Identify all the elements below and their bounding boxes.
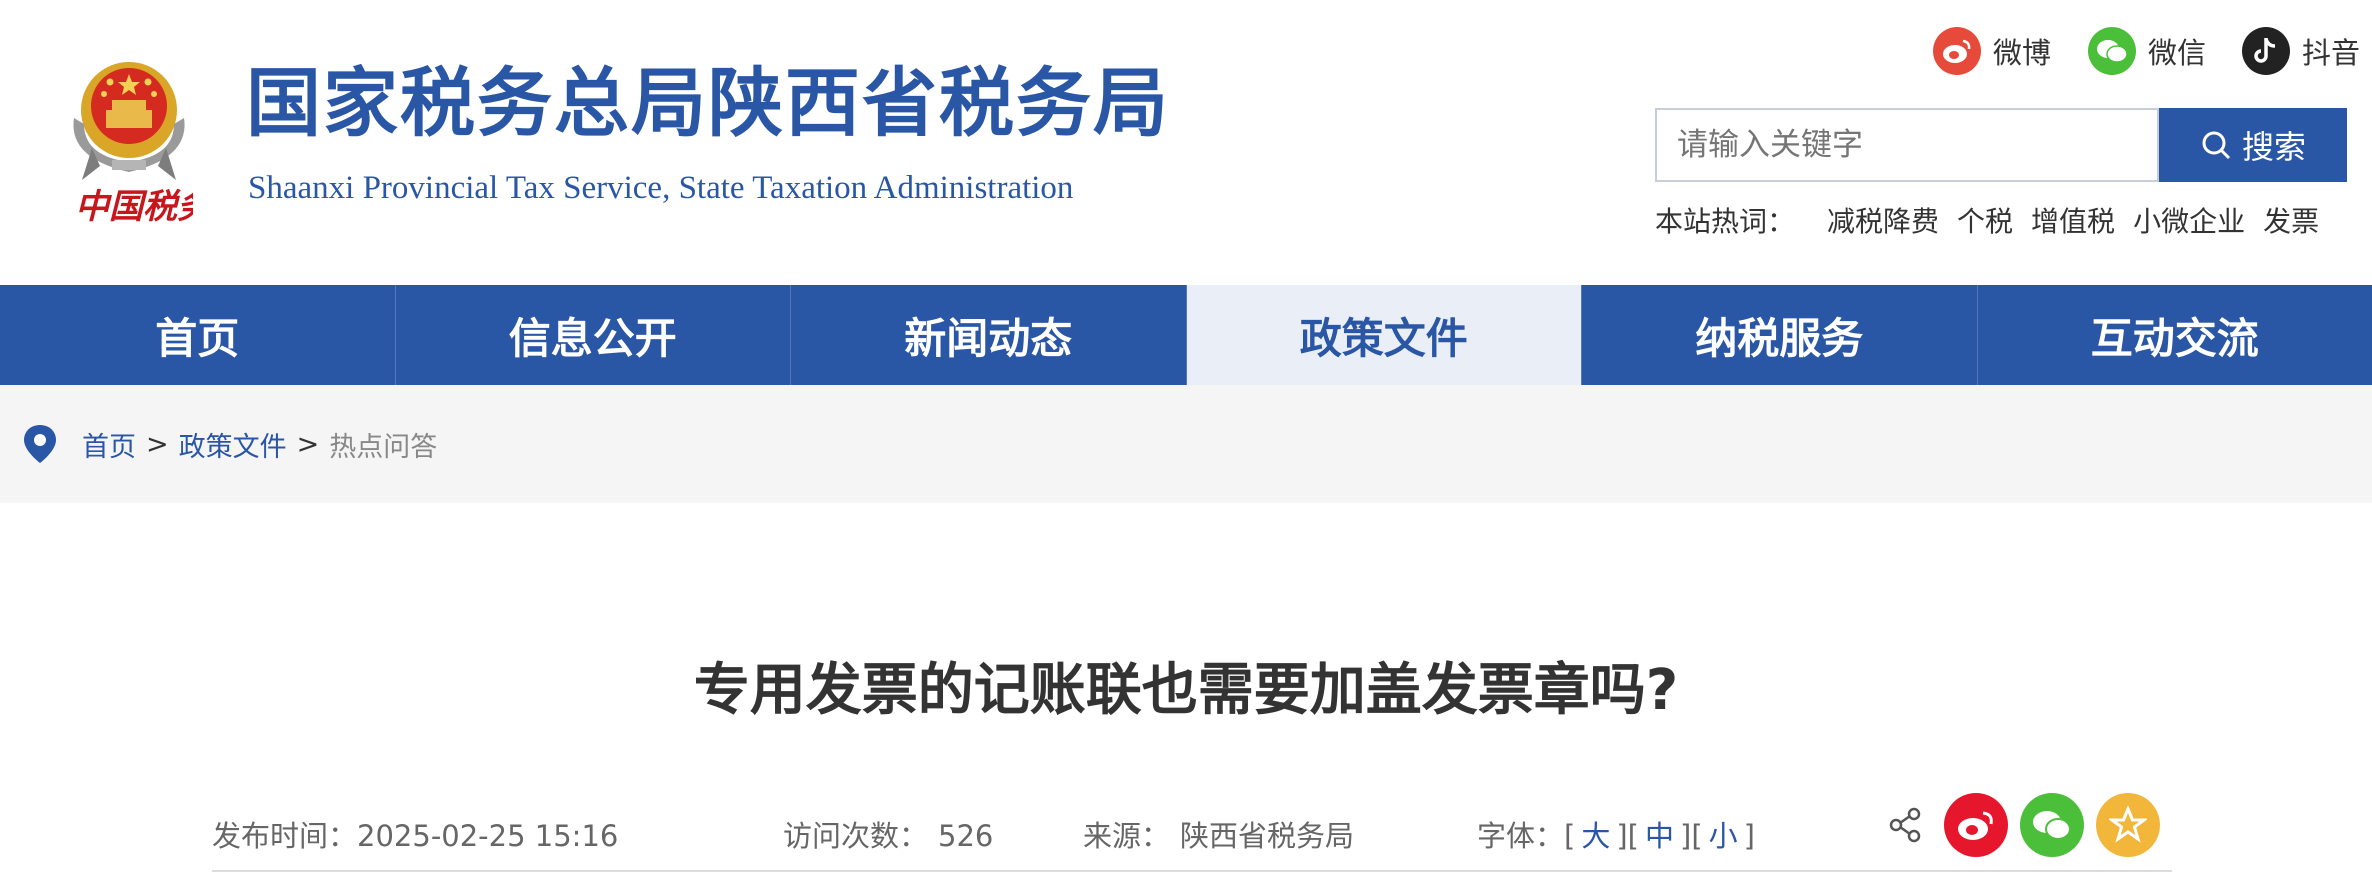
douyin-label: 抖音	[2302, 36, 2361, 70]
nav-item-news[interactable]: 新闻动态	[791, 285, 1187, 385]
font-size-large[interactable]: 大	[1581, 819, 1610, 853]
article-source: 来源： 陕西省税务局	[1083, 813, 1354, 855]
visit-count-value: 526	[938, 819, 994, 853]
main-nav: 首页 信息公开 新闻动态 政策文件 纳税服务 互动交流	[0, 285, 2372, 385]
nav-item-home[interactable]: 首页	[0, 285, 396, 385]
visit-count-label: 访问次数：	[783, 819, 929, 853]
nav-item-tax-services[interactable]: 纳税服务	[1582, 285, 1978, 385]
hot-word-item[interactable]: 个税	[1957, 200, 2013, 240]
wechat-link[interactable]: 微信	[2088, 26, 2206, 76]
national-emblem-icon	[73, 62, 185, 180]
article-title: 专用发票的记账联也需要加盖发票章吗?	[693, 658, 1679, 723]
breadcrumb-section[interactable]: 政策文件	[179, 425, 287, 464]
publish-time-value: 2025-02-25 15:16	[357, 819, 619, 853]
favorite-button[interactable]	[2096, 793, 2160, 857]
font-size-medium[interactable]: 中	[1645, 819, 1674, 853]
weibo-link[interactable]: 微博	[1933, 26, 2051, 76]
breadcrumb: 首页 > 政策文件 > 热点问答	[22, 423, 437, 465]
font-size-small[interactable]: 小	[1709, 819, 1738, 853]
hot-word-item[interactable]: 小微企业	[2133, 200, 2245, 240]
weibo-icon	[1933, 27, 1981, 75]
wechat-icon	[2088, 27, 2136, 75]
wechat-icon	[2033, 811, 2071, 840]
douyin-icon	[2242, 27, 2290, 75]
nav-item-policy-documents[interactable]: 政策文件	[1186, 285, 1582, 385]
nav-item-interaction[interactable]: 互动交流	[1978, 285, 2372, 385]
breadcrumb-home[interactable]: 首页	[82, 425, 136, 464]
share-toolbar	[1888, 793, 2160, 857]
svg-text:中国税务: 中国税务	[75, 187, 193, 227]
wechat-label: 微信	[2148, 36, 2207, 70]
breadcrumb-separator: >	[146, 428, 169, 460]
publish-time: 发布时间：2025-02-25 15:16	[212, 813, 618, 855]
breadcrumb-current: 热点问答	[329, 431, 438, 463]
hot-word-item[interactable]: 发票	[2263, 200, 2319, 240]
site-title: 国家税务总局陕西省税务局	[246, 59, 1171, 147]
visit-count: 访问次数： 526	[783, 813, 993, 855]
star-icon	[2109, 806, 2147, 843]
hot-words-label: 本站热词：	[1655, 205, 1796, 238]
location-pin-icon	[24, 425, 56, 463]
breadcrumb-bar: 首页 > 政策文件 > 热点问答	[0, 385, 2372, 503]
search-input[interactable]	[1655, 108, 2159, 182]
weibo-icon	[1958, 811, 1993, 840]
nav-item-info-disclosure[interactable]: 信息公开	[396, 285, 791, 385]
search-icon	[2202, 131, 2231, 160]
breadcrumb-separator: >	[296, 428, 320, 460]
china-tax-calligraphy-logo: 中国税务	[75, 187, 193, 227]
font-size-label: 字体：	[1477, 819, 1565, 853]
share-weibo-button[interactable]	[1944, 793, 2008, 857]
share-wechat-button[interactable]	[2020, 793, 2084, 857]
hot-words: 本站热词： 减税降费 个税 增值税 小微企业 发票	[1655, 200, 2319, 240]
hot-word-item[interactable]: 减税降费	[1827, 200, 1939, 240]
weibo-label: 微博	[1993, 36, 2052, 70]
share-icon[interactable]	[1888, 807, 1924, 843]
search-button[interactable]: 搜索	[2159, 108, 2347, 182]
douyin-link[interactable]: 抖音	[2242, 26, 2360, 76]
site-subtitle-en: Shaanxi Provincial Tax Service, State Ta…	[248, 170, 1074, 206]
source-value: 陕西省税务局	[1180, 819, 1355, 853]
hot-word-item[interactable]: 增值税	[2031, 200, 2115, 240]
search-button-label: 搜索	[2241, 128, 2306, 166]
font-size-switcher: 字体：[大][中][小]	[1477, 819, 1755, 853]
meta-divider	[212, 870, 2172, 872]
site-header: 中国税务 国家税务总局陕西省税务局 Shaanxi Provincial Tax…	[0, 0, 2372, 285]
publish-time-label: 发布时间：	[212, 819, 358, 853]
source-label: 来源：	[1083, 819, 1171, 853]
